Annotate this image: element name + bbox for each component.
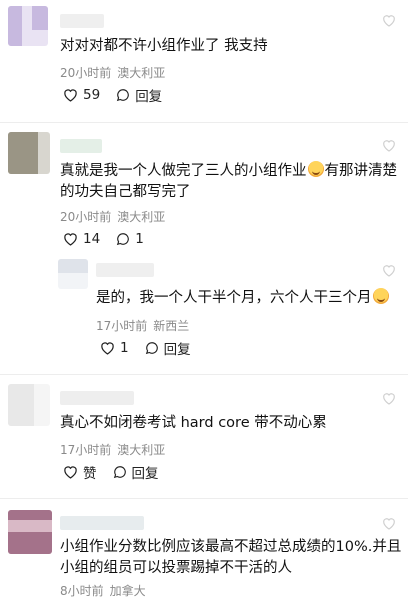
comment-time: 20小时前	[60, 66, 112, 80]
comment-time: 8小时前	[60, 584, 104, 598]
comment-location: 澳大利亚	[117, 443, 166, 457]
reply-like-heart-icon[interactable]	[382, 262, 402, 277]
comment-like-heart-icon[interactable]	[382, 12, 402, 27]
heart-icon	[101, 342, 114, 355]
comment-text: 真就是我一个人做完了三人的小组作业 有那讲清楚	[60, 161, 397, 179]
heart-icon	[64, 233, 77, 246]
reply-text: 是的，我一个人干半个月，六个人干三个月	[96, 287, 390, 309]
divider	[0, 122, 408, 123]
avatar[interactable]	[8, 384, 50, 426]
heart-icon	[64, 89, 77, 102]
speech-bubble-icon	[113, 466, 126, 479]
reply-location: 新西兰	[153, 319, 190, 333]
speech-bubble-icon	[117, 89, 130, 102]
comment-meta: 20小时前 澳大利亚	[60, 64, 165, 81]
comment-like-heart-icon[interactable]	[382, 515, 402, 530]
reply-time: 17小时前	[96, 319, 148, 333]
username-redacted[interactable]	[60, 139, 102, 153]
heart-icon	[64, 466, 77, 479]
reply-label: 回复	[131, 466, 159, 482]
comment-meta: 17小时前 澳大利亚	[60, 441, 165, 458]
like-button[interactable]: 59	[63, 87, 100, 103]
comment-actions: 14 1	[63, 230, 144, 248]
speech-bubble-icon	[145, 342, 158, 355]
comment-text: 对对对都不许小组作业了 我支持	[60, 38, 268, 54]
comment-location: 澳大利亚	[117, 210, 166, 224]
comment-meta: 8小时前 加拿大	[60, 582, 146, 598]
reply-count: 1	[135, 231, 144, 247]
username-redacted[interactable]	[60, 516, 144, 530]
like-count: 1	[120, 340, 129, 356]
speech-bubble-icon	[117, 233, 130, 246]
comment-like-heart-icon[interactable]	[382, 137, 402, 152]
comment-text: 真心不如闭卷考试 hard core 带不动心累	[60, 415, 327, 431]
comment-location: 加拿大	[109, 584, 146, 598]
reply-button[interactable]: 回复	[113, 462, 159, 482]
username-redacted[interactable]	[60, 391, 134, 405]
divider	[0, 374, 408, 375]
username-redacted[interactable]	[60, 14, 104, 28]
like-button[interactable]: 1	[100, 340, 129, 356]
reply-button[interactable]: 1	[116, 231, 144, 247]
comment-like-heart-icon[interactable]	[382, 390, 402, 405]
comment-time: 20小时前	[60, 210, 112, 224]
avatar[interactable]	[58, 259, 88, 289]
reply-label: 回复	[135, 89, 163, 105]
like-label: 赞	[83, 466, 97, 482]
comment-location: 澳大利亚	[117, 66, 166, 80]
username-redacted[interactable]	[96, 263, 154, 277]
comment-meta: 20小时前 澳大利亚	[60, 208, 165, 225]
like-count: 14	[83, 231, 101, 247]
like-button[interactable]: 14	[63, 231, 100, 247]
comment-text-line2: 小组的组员可以投票踢掉不干活的人	[60, 560, 292, 576]
avatar[interactable]	[8, 132, 50, 174]
reply-button[interactable]: 回复	[116, 85, 162, 105]
reply-button[interactable]: 回复	[145, 338, 191, 358]
like-button[interactable]: 赞	[63, 462, 97, 482]
comment-text-line2: 的功夫自己都写完了	[60, 184, 191, 200]
divider	[0, 498, 408, 499]
avatar[interactable]	[8, 510, 52, 554]
grinning-face-emoji-icon	[307, 161, 324, 177]
comment-text: 小组作业分数比例应该最高不超过总成绩的10%.并且	[60, 539, 402, 555]
grinning-face-emoji-icon	[372, 288, 389, 304]
like-count: 59	[83, 87, 101, 103]
comment-actions: 赞 回复	[63, 462, 159, 482]
comment-actions: 59 回复	[63, 85, 162, 105]
reply-meta: 17小时前 新西兰	[96, 317, 189, 334]
avatar[interactable]	[8, 6, 48, 46]
reply-label: 回复	[163, 342, 191, 358]
comment-time: 17小时前	[60, 443, 112, 457]
reply-actions: 1 回复	[100, 338, 191, 358]
